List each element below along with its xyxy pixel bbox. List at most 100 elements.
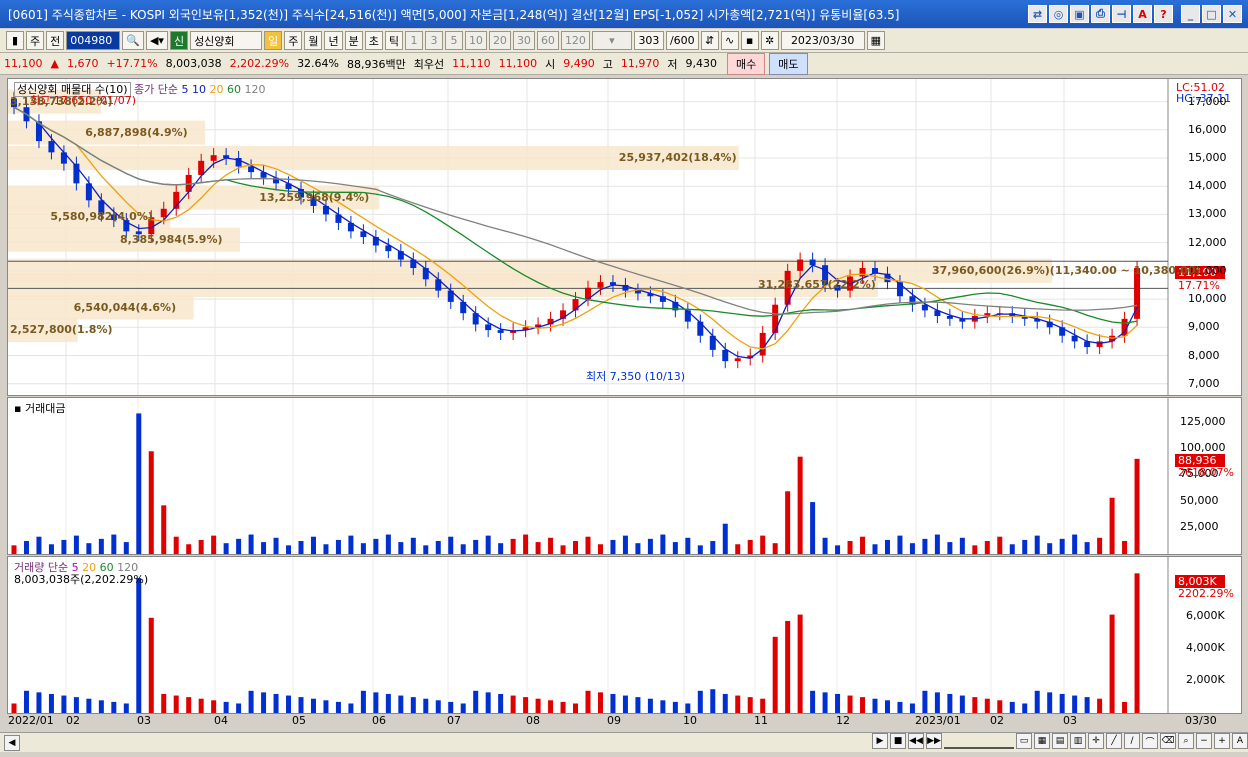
trade-value-legend: ▪ 거래대금: [14, 402, 66, 415]
volume-bar: [485, 692, 491, 713]
print-icon[interactable]: ⎙: [1091, 5, 1110, 23]
stop-icon[interactable]: ■: [890, 733, 906, 749]
period-week[interactable]: 주: [284, 31, 303, 50]
layout-icon-2[interactable]: ▦: [1034, 733, 1050, 749]
settings-icon[interactable]: ✲: [760, 31, 779, 50]
text-icon[interactable]: A: [1232, 733, 1248, 749]
period-minute[interactable]: 분: [344, 31, 363, 50]
close-button[interactable]: ✕: [1223, 5, 1242, 23]
volume-bar: [847, 695, 853, 713]
volume-bar: [735, 544, 741, 554]
zoom-slider[interactable]: [944, 733, 1014, 749]
period-tick[interactable]: 틱: [384, 31, 403, 50]
volume-bar: [61, 539, 67, 554]
volume-bar: [909, 543, 915, 554]
period-day[interactable]: 일: [264, 31, 283, 50]
sell-button[interactable]: 매도: [769, 52, 808, 75]
line-icon[interactable]: ╱: [1106, 733, 1122, 749]
volume-bar: [573, 703, 579, 713]
search-icon[interactable]: 🔍: [122, 31, 144, 50]
trade-value-panel[interactable]: ▪ 거래대금 125,000 100,000 75,000 50,000 25,…: [7, 397, 1242, 555]
market-select[interactable]: 주: [26, 31, 45, 50]
interval-30[interactable]: 30: [512, 31, 535, 50]
period-second[interactable]: 초: [364, 31, 383, 50]
count-input[interactable]: 303: [633, 31, 664, 50]
new-badge[interactable]: 신: [169, 31, 189, 50]
menu-icon[interactable]: ▮: [6, 31, 24, 50]
interval-120[interactable]: 120: [560, 31, 590, 50]
crosshair-icon[interactable]: ✛: [1088, 733, 1104, 749]
volume-bar: [423, 545, 429, 554]
layout-icon-1[interactable]: ▭: [1016, 733, 1032, 749]
interval-1[interactable]: 1: [404, 31, 423, 50]
interval-20[interactable]: 20: [488, 31, 511, 50]
layout-icon-4[interactable]: ▥: [1070, 733, 1086, 749]
interval-3[interactable]: 3: [424, 31, 443, 50]
prev-button[interactable]: 전: [46, 31, 65, 50]
font-icon[interactable]: A: [1133, 5, 1152, 23]
erase-icon[interactable]: ⌫: [1160, 733, 1176, 749]
volume-bar: [535, 698, 541, 713]
shape-icon[interactable]: ⌒: [1142, 733, 1158, 749]
volume-profile-bar-label: 6,540,044(4.6%): [73, 300, 177, 314]
interval-10[interactable]: 10: [464, 31, 487, 50]
volume-tick-2: 2,000K: [1186, 673, 1225, 686]
x-axis-label: 06: [372, 714, 386, 727]
volume-bar: [984, 541, 990, 554]
speaker-icon[interactable]: ◀▾: [145, 31, 168, 50]
interval-60[interactable]: 60: [536, 31, 559, 50]
tool-arrows-icon[interactable]: ⇵: [700, 31, 719, 50]
minimize-button[interactable]: _: [1181, 5, 1200, 23]
zoom-out-icon[interactable]: −: [1196, 733, 1212, 749]
period-year[interactable]: 년: [324, 31, 343, 50]
volume-bar: [785, 491, 791, 554]
period-month[interactable]: 월: [304, 31, 323, 50]
volume-bar: [597, 692, 603, 713]
volume-bar: [785, 620, 791, 713]
buy-button[interactable]: 매수: [727, 52, 766, 75]
maximize-button[interactable]: □: [1202, 5, 1221, 23]
volume-bar: [1097, 537, 1103, 554]
volume-bar: [223, 701, 229, 713]
pin-icon[interactable]: ⊣: [1112, 5, 1131, 23]
interval-5[interactable]: 5: [444, 31, 463, 50]
volume-bar: [173, 536, 179, 554]
tool-chart-icon[interactable]: ∿: [720, 31, 739, 50]
zoom-search-icon[interactable]: ⌕: [1178, 733, 1194, 749]
play-icon[interactable]: ▶: [872, 733, 888, 749]
price-tick: 12,000: [1188, 235, 1227, 249]
date-input[interactable]: 2023/03/30: [780, 31, 865, 50]
price-chart-panel[interactable]: 성신양회 매물대 수(10) 종가 단순 5 10 20 60 120 최고 1…: [7, 78, 1242, 396]
volume-bar: [847, 541, 853, 554]
volume-bar: [23, 541, 29, 554]
zoom-in-icon[interactable]: +: [1214, 733, 1230, 749]
volume-profile-bar-label: 37,960,600(26.9%)(11,340.00 ~ 10,380.00): [932, 263, 1201, 277]
help-icon[interactable]: ?: [1154, 5, 1173, 23]
volume-bar: [261, 542, 267, 554]
stock-code-input[interactable]: 004980: [66, 31, 121, 50]
volume-bar: [485, 535, 491, 554]
sync-icon[interactable]: ◎: [1049, 5, 1068, 23]
link-icon[interactable]: ⇄: [1028, 5, 1047, 23]
volume-profile-bar-label: 31,283,657(22.2%): [758, 277, 876, 291]
volume-bar: [1059, 538, 1065, 554]
scroll-left-icon[interactable]: ◀: [4, 734, 20, 751]
candle-body: [485, 324, 492, 331]
calendar-icon[interactable]: ▦: [866, 31, 886, 50]
volume-bar: [1047, 692, 1053, 713]
volume-bar: [1034, 690, 1040, 713]
window-icon[interactable]: ▣: [1070, 5, 1089, 23]
volume-bar: [959, 695, 965, 713]
rewind-icon[interactable]: ◀◀: [908, 733, 924, 749]
volume-bar: [735, 695, 741, 713]
forward-icon[interactable]: ▶▶: [926, 733, 942, 749]
high-label: 고: [602, 57, 613, 71]
interval-dropdown[interactable]: ▾: [591, 31, 632, 50]
volume-bar: [597, 544, 603, 554]
volume-panel[interactable]: 거래량 단순 5 20 60 120 8,003,038주(2,202.29%)…: [7, 556, 1242, 714]
volume-tick-0: 6,000K: [1186, 609, 1225, 622]
save-icon[interactable]: ▪: [740, 31, 759, 50]
layout-icon-3[interactable]: ▤: [1052, 733, 1068, 749]
trend-icon[interactable]: ∕: [1124, 733, 1140, 749]
volume-bar: [922, 690, 928, 713]
